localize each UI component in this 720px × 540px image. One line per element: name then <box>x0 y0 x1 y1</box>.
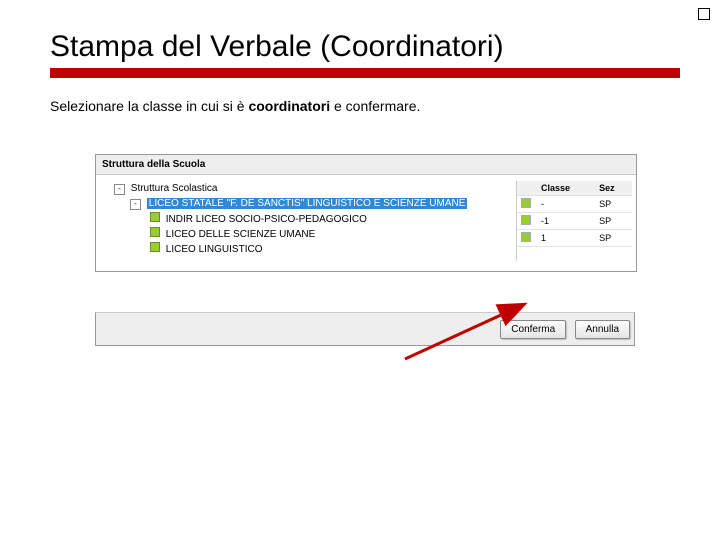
instruction-bold: coordinatori <box>248 98 330 114</box>
row-icon <box>521 215 531 225</box>
slide-title: Stampa del Verbale (Coordinatori) <box>50 30 680 64</box>
collapse-icon[interactable]: - <box>114 184 125 195</box>
tree-child-node[interactable]: LICEO LINGUISTICO <box>102 241 508 256</box>
class-table-column: Classe Sez - SP -1 SP <box>516 181 632 261</box>
structure-panel: Struttura della Scuola - Struttura Scola… <box>95 154 637 272</box>
tree-child-label: LICEO LINGUISTICO <box>166 244 263 255</box>
cell-sez: SP <box>595 230 632 247</box>
tree-root-node[interactable]: - Struttura Scolastica <box>102 181 508 197</box>
tree-child-node[interactable]: INDIR LICEO SOCIO-PSICO-PEDAGOGICO <box>102 211 508 226</box>
row-icon <box>521 232 531 242</box>
node-icon <box>150 227 160 237</box>
table-header-sez: Sez <box>595 181 632 196</box>
instruction-text: Selezionare la classe in cui si è coordi… <box>50 98 680 114</box>
cell-sez: SP <box>595 196 632 213</box>
class-table: Classe Sez - SP -1 SP <box>517 181 632 247</box>
tree-selected-label: LICEO STATALE "F. DE SANCTIS" LINGUISTIC… <box>147 198 468 209</box>
table-header-blank <box>517 181 537 196</box>
collapse-icon[interactable]: - <box>130 199 141 210</box>
cell-sez: SP <box>595 213 632 230</box>
table-row[interactable]: -1 SP <box>517 213 632 230</box>
table-row[interactable]: - SP <box>517 196 632 213</box>
instruction-post: e confermare. <box>330 98 420 114</box>
cell-classe: - <box>537 196 595 213</box>
page-marker-icon <box>698 8 710 20</box>
table-header-row: Classe Sez <box>517 181 632 196</box>
title-underline <box>50 68 680 78</box>
tree-root-label: Struttura Scolastica <box>131 183 218 194</box>
panel-body: - Struttura Scolastica - LICEO STATALE "… <box>96 175 636 271</box>
button-bar: Conferma Annulla <box>95 312 635 346</box>
node-icon <box>150 212 160 222</box>
node-icon <box>150 242 160 252</box>
instruction-pre: Selezionare la classe in cui si è <box>50 98 248 114</box>
tree-selected-node[interactable]: - LICEO STATALE "F. DE SANCTIS" LINGUIST… <box>102 197 508 211</box>
table-row[interactable]: 1 SP <box>517 230 632 247</box>
tree-column: - Struttura Scolastica - LICEO STATALE "… <box>102 181 516 261</box>
tree-child-label: LICEO DELLE SCIENZE UMANE <box>166 229 315 240</box>
panel-header: Struttura della Scuola <box>96 155 636 175</box>
tree-child-node[interactable]: LICEO DELLE SCIENZE UMANE <box>102 226 508 241</box>
tree-child-label: INDIR LICEO SOCIO-PSICO-PEDAGOGICO <box>166 214 367 225</box>
table-header-classe: Classe <box>537 181 595 196</box>
cell-classe: -1 <box>537 213 595 230</box>
row-icon <box>521 198 531 208</box>
confirm-button[interactable]: Conferma <box>500 320 566 339</box>
cell-classe: 1 <box>537 230 595 247</box>
cancel-button[interactable]: Annulla <box>575 320 630 339</box>
